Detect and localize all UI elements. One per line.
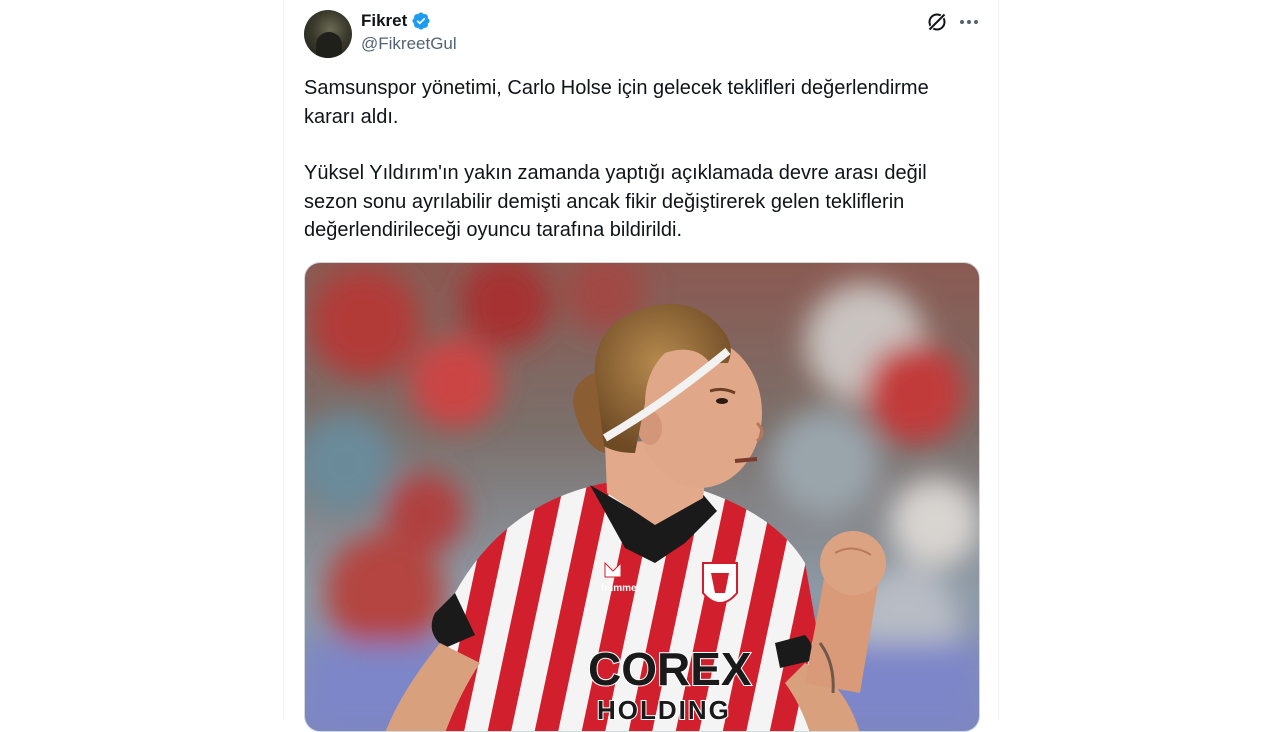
tweet-photo[interactable]: hummel COREX HOLDING: [304, 262, 980, 732]
avatar[interactable]: [304, 10, 352, 58]
grok-icon[interactable]: [926, 11, 948, 33]
tweet-header: Fikret @FikreetGul: [361, 10, 457, 54]
name-row: Fikret: [361, 10, 457, 32]
tweet-paragraph: Yüksel Yıldırım'ın yakın zamanda yaptığı…: [304, 162, 927, 241]
jersey-sponsor-line2: HOLDING: [597, 695, 731, 725]
verified-badge-icon[interactable]: [411, 11, 431, 31]
user-handle[interactable]: @FikreetGul: [361, 34, 457, 54]
display-name[interactable]: Fikret: [361, 11, 407, 31]
more-dots-icon[interactable]: [957, 11, 981, 33]
jersey-brand-text: hummel: [601, 583, 640, 594]
tweet-card: Fikret @FikreetGul Samsunspor yönetimi, …: [283, 0, 999, 732]
jersey-sponsor-line1: COREX: [588, 643, 752, 695]
tweet-paragraph: Samsunspor yönetimi, Carlo Holse için ge…: [304, 77, 929, 128]
tweet-text: Samsunspor yönetimi, Carlo Holse için ge…: [304, 74, 984, 245]
